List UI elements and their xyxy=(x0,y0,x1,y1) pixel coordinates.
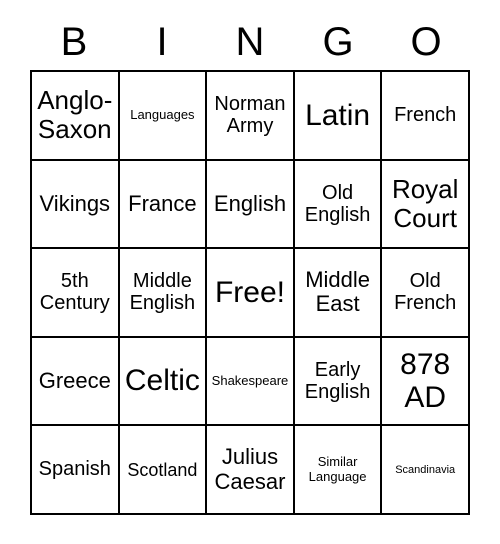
bingo-cell-label: Middle East xyxy=(305,266,370,317)
bingo-header-letter-b: B xyxy=(60,20,88,64)
bingo-cell-label: Latin xyxy=(305,98,371,132)
bingo-cell-label: Anglo-Saxon xyxy=(37,85,113,145)
bingo-header-letter-i: I xyxy=(156,20,168,64)
bingo-cell-r4c2[interactable]: Celtic xyxy=(119,337,208,427)
bingo-cell-label: French xyxy=(394,104,457,127)
bingo-cell-r5c4[interactable]: Similar Language xyxy=(294,426,383,515)
bingo-cell-r5c2[interactable]: Scotland xyxy=(119,426,208,515)
bingo-cell-r1c5[interactable]: French xyxy=(382,72,470,161)
bingo-cell-label: Shakespeare xyxy=(211,372,289,388)
bingo-cell-r2c3[interactable]: English xyxy=(207,160,295,250)
bingo-cell-label: Similar Language xyxy=(308,454,367,484)
bingo-cell-label: Julius Caesar xyxy=(214,444,286,494)
bingo-cell-r5c3[interactable]: Julius Caesar xyxy=(207,426,295,515)
bingo-header: BINGO xyxy=(30,14,470,70)
bingo-cell-r4c5[interactable]: 878 AD xyxy=(382,337,470,427)
bingo-cell-r3c2[interactable]: Middle English xyxy=(119,249,208,338)
bingo-cell-label: Early English xyxy=(304,358,371,404)
bingo-cell-label: Royal Court xyxy=(391,173,459,233)
bingo-cell-r3c1[interactable]: 5th Century xyxy=(32,249,120,338)
bingo-cell-label: Middle English xyxy=(129,270,196,315)
bingo-cell-r2c5[interactable]: Royal Court xyxy=(382,160,470,250)
bingo-cell-r3c5[interactable]: Old French xyxy=(382,249,470,338)
bingo-cell-label: Scotland xyxy=(127,459,198,480)
bingo-cell-r3c4[interactable]: Middle East xyxy=(294,249,383,338)
bingo-cell-r4c1[interactable]: Greece xyxy=(32,337,120,427)
bingo-grid: Anglo-Saxon Languages Norman Army Latin Fren… xyxy=(30,70,470,515)
bingo-cell-label: Greece xyxy=(38,367,111,393)
bingo-cell-label: Free! xyxy=(214,275,285,309)
bingo-cell-label: Scandinavia xyxy=(395,463,456,476)
bingo-card: B I N G O Anglo-Saxon Languages Norman Army Lat… xyxy=(0,0,500,544)
bingo-cell-r1c4[interactable]: Latin xyxy=(294,72,383,161)
bingo-cell-label: 5th Century xyxy=(39,270,110,315)
bingo-cell-label: Vikings xyxy=(39,190,111,216)
bingo-cell-label: Norman Army xyxy=(214,92,286,138)
bingo-header-letter-g: G xyxy=(322,20,354,64)
bingo-cell-r4c3[interactable]: Shakespeare xyxy=(207,337,295,427)
bingo-cell-r1c3[interactable]: Norman Army xyxy=(207,72,295,161)
bingo-cell-r5c1[interactable]: Spanish xyxy=(32,426,120,515)
bingo-cell-r4c4[interactable]: Early English xyxy=(294,337,383,427)
bingo-cell-r2c2[interactable]: France xyxy=(119,160,208,250)
bingo-cell-label: Old French xyxy=(394,270,457,315)
bingo-cell-r1c2[interactable]: Languages xyxy=(119,72,208,161)
bingo-cell-label: 878 AD xyxy=(400,347,451,415)
bingo-cell-label: Old English xyxy=(304,181,371,226)
bingo-cell-r1c1[interactable]: Anglo-Saxon xyxy=(32,72,120,161)
bingo-header-letter-o: O xyxy=(410,20,442,64)
bingo-cell-label: France xyxy=(128,190,197,216)
bingo-cell-label: Spanish xyxy=(38,458,111,481)
bingo-cell-r2c4[interactable]: Old English xyxy=(294,160,383,250)
bingo-header-letter-n: N xyxy=(235,20,265,64)
bingo-cell-label: Languages xyxy=(130,107,195,123)
bingo-cell-label: English xyxy=(213,190,287,216)
bingo-cell-r2c1[interactable]: Vikings xyxy=(32,160,120,250)
bingo-cell-r3c3[interactable]: Free! xyxy=(207,249,295,338)
bingo-cell-r5c5[interactable]: Scandinavia xyxy=(382,426,470,515)
bingo-cell-label: Celtic xyxy=(124,364,200,398)
